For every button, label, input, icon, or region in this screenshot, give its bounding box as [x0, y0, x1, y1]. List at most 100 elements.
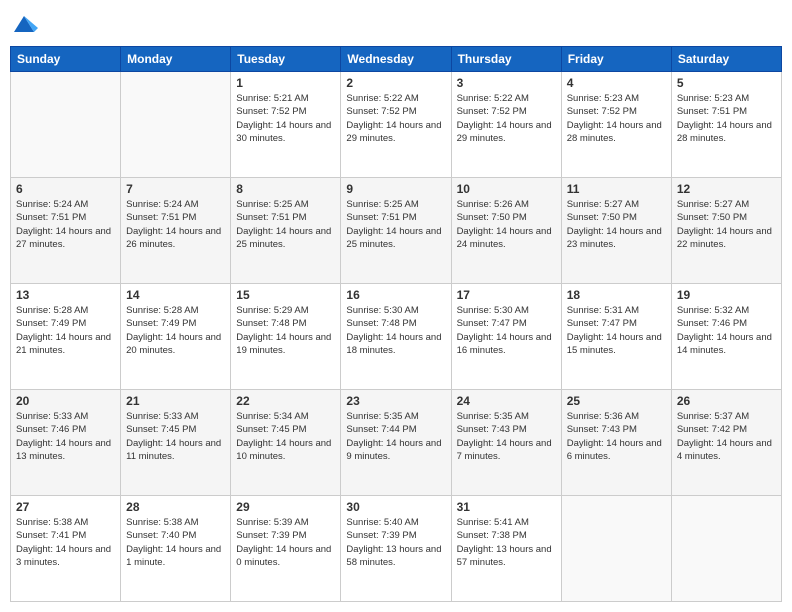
day-number: 1	[236, 76, 335, 90]
day-number: 10	[457, 182, 556, 196]
day-info: Sunrise: 5:29 AM Sunset: 7:48 PM Dayligh…	[236, 304, 335, 357]
day-info: Sunrise: 5:27 AM Sunset: 7:50 PM Dayligh…	[677, 198, 776, 251]
calendar-cell	[11, 72, 121, 178]
day-info: Sunrise: 5:26 AM Sunset: 7:50 PM Dayligh…	[457, 198, 556, 251]
calendar-cell: 19 Sunrise: 5:32 AM Sunset: 7:46 PM Dayli…	[671, 284, 781, 390]
day-info: Sunrise: 5:30 AM Sunset: 7:47 PM Dayligh…	[457, 304, 556, 357]
day-info: Sunrise: 5:23 AM Sunset: 7:51 PM Dayligh…	[677, 92, 776, 145]
day-info: Sunrise: 5:38 AM Sunset: 7:41 PM Dayligh…	[16, 516, 115, 569]
calendar-cell: 12 Sunrise: 5:27 AM Sunset: 7:50 PM Dayli…	[671, 178, 781, 284]
calendar-cell: 2 Sunrise: 5:22 AM Sunset: 7:52 PM Daylig…	[341, 72, 451, 178]
day-info: Sunrise: 5:39 AM Sunset: 7:39 PM Dayligh…	[236, 516, 335, 569]
calendar-cell: 13Sunrise: 5:28 AM Sunset: 7:49 PM Dayli…	[11, 284, 121, 390]
calendar-cell: 22 Sunrise: 5:34 AM Sunset: 7:45 PM Dayli…	[231, 390, 341, 496]
day-number: 16	[346, 288, 445, 302]
calendar-cell	[121, 72, 231, 178]
day-number: 5	[677, 76, 776, 90]
day-number: 19	[677, 288, 776, 302]
day-number: 18	[567, 288, 666, 302]
calendar-week-5: 27 Sunrise: 5:38 AM Sunset: 7:41 PM Dayli…	[11, 496, 782, 602]
day-info: Sunrise: 5:22 AM Sunset: 7:52 PM Dayligh…	[457, 92, 556, 145]
day-number: 28	[126, 500, 225, 514]
day-info: Sunrise: 5:41 AM Sunset: 7:38 PM Dayligh…	[457, 516, 556, 569]
day-info: Sunrise: 5:35 AM Sunset: 7:43 PM Dayligh…	[457, 410, 556, 463]
calendar-cell: 4 Sunrise: 5:23 AM Sunset: 7:52 PM Daylig…	[561, 72, 671, 178]
calendar-cell: 16 Sunrise: 5:30 AM Sunset: 7:48 PM Dayli…	[341, 284, 451, 390]
calendar-cell: 9 Sunrise: 5:25 AM Sunset: 7:51 PM Daylig…	[341, 178, 451, 284]
day-number: 17	[457, 288, 556, 302]
day-info: Sunrise: 5:27 AM Sunset: 7:50 PM Dayligh…	[567, 198, 666, 251]
day-header-wednesday: Wednesday	[341, 47, 451, 72]
day-number: 8	[236, 182, 335, 196]
day-number: 27	[16, 500, 115, 514]
day-number: 9	[346, 182, 445, 196]
day-number: 30	[346, 500, 445, 514]
header	[10, 10, 782, 38]
day-info: Sunrise: 5:25 AM Sunset: 7:51 PM Dayligh…	[346, 198, 445, 251]
day-info: Sunrise: 5:40 AM Sunset: 7:39 PM Dayligh…	[346, 516, 445, 569]
logo-icon	[10, 10, 38, 38]
calendar-week-1: 1 Sunrise: 5:21 AM Sunset: 7:52 PM Daylig…	[11, 72, 782, 178]
day-info: Sunrise: 5:25 AM Sunset: 7:51 PM Dayligh…	[236, 198, 335, 251]
calendar-cell: 14 Sunrise: 5:28 AM Sunset: 7:49 PM Dayli…	[121, 284, 231, 390]
calendar-cell: 18 Sunrise: 5:31 AM Sunset: 7:47 PM Dayli…	[561, 284, 671, 390]
calendar-cell	[671, 496, 781, 602]
day-header-friday: Friday	[561, 47, 671, 72]
day-number: 6	[16, 182, 115, 196]
day-info: Sunrise: 5:23 AM Sunset: 7:52 PM Dayligh…	[567, 92, 666, 145]
day-info: Sunrise: 5:37 AM Sunset: 7:42 PM Dayligh…	[677, 410, 776, 463]
day-number: 4	[567, 76, 666, 90]
day-number: 24	[457, 394, 556, 408]
day-number: 29	[236, 500, 335, 514]
day-info: Sunrise: 5:35 AM Sunset: 7:44 PM Dayligh…	[346, 410, 445, 463]
day-info: Sunrise: 5:33 AM Sunset: 7:46 PM Dayligh…	[16, 410, 115, 463]
day-header-tuesday: Tuesday	[231, 47, 341, 72]
calendar-cell: 20 Sunrise: 5:33 AM Sunset: 7:46 PM Dayli…	[11, 390, 121, 496]
day-number: 25	[567, 394, 666, 408]
calendar-cell: 27 Sunrise: 5:38 AM Sunset: 7:41 PM Dayli…	[11, 496, 121, 602]
calendar-cell: 7Sunrise: 5:24 AM Sunset: 7:51 PM Daylig…	[121, 178, 231, 284]
day-header-thursday: Thursday	[451, 47, 561, 72]
day-number: 12	[677, 182, 776, 196]
calendar-week-2: 6 Sunrise: 5:24 AM Sunset: 7:51 PM Daylig…	[11, 178, 782, 284]
calendar-cell: 15 Sunrise: 5:29 AM Sunset: 7:48 PM Dayli…	[231, 284, 341, 390]
day-info: Sunrise: 5:28 AM Sunset: 7:49 PM Dayligh…	[126, 304, 225, 357]
day-header-monday: Monday	[121, 47, 231, 72]
day-info: Sunrise: 5:21 AM Sunset: 7:52 PM Dayligh…	[236, 92, 335, 145]
day-info: Sunrise: 5:22 AM Sunset: 7:52 PM Dayligh…	[346, 92, 445, 145]
day-info: Sunrise: 5:33 AM Sunset: 7:45 PM Dayligh…	[126, 410, 225, 463]
calendar-table: SundayMondayTuesdayWednesdayThursdayFrid…	[10, 46, 782, 602]
day-number: 2	[346, 76, 445, 90]
calendar-cell	[561, 496, 671, 602]
day-number: 31	[457, 500, 556, 514]
day-number: 11	[567, 182, 666, 196]
calendar-cell: 26Sunrise: 5:37 AM Sunset: 7:42 PM Dayli…	[671, 390, 781, 496]
day-info: Sunrise: 5:32 AM Sunset: 7:46 PM Dayligh…	[677, 304, 776, 357]
calendar-cell: 1 Sunrise: 5:21 AM Sunset: 7:52 PM Daylig…	[231, 72, 341, 178]
day-number: 20	[16, 394, 115, 408]
calendar-header-row: SundayMondayTuesdayWednesdayThursdayFrid…	[11, 47, 782, 72]
day-number: 23	[346, 394, 445, 408]
day-number: 3	[457, 76, 556, 90]
day-number: 15	[236, 288, 335, 302]
day-info: Sunrise: 5:30 AM Sunset: 7:48 PM Dayligh…	[346, 304, 445, 357]
calendar-cell: 6 Sunrise: 5:24 AM Sunset: 7:51 PM Daylig…	[11, 178, 121, 284]
day-info: Sunrise: 5:24 AM Sunset: 7:51 PM Dayligh…	[16, 198, 115, 251]
calendar-cell: 30 Sunrise: 5:40 AM Sunset: 7:39 PM Dayli…	[341, 496, 451, 602]
calendar-cell: 21 Sunrise: 5:33 AM Sunset: 7:45 PM Dayli…	[121, 390, 231, 496]
calendar-cell: 24 Sunrise: 5:35 AM Sunset: 7:43 PM Dayli…	[451, 390, 561, 496]
day-number: 22	[236, 394, 335, 408]
calendar-week-3: 13Sunrise: 5:28 AM Sunset: 7:49 PM Dayli…	[11, 284, 782, 390]
calendar-cell: 29 Sunrise: 5:39 AM Sunset: 7:39 PM Dayli…	[231, 496, 341, 602]
calendar-cell: 31 Sunrise: 5:41 AM Sunset: 7:38 PM Dayli…	[451, 496, 561, 602]
day-number: 21	[126, 394, 225, 408]
day-info: Sunrise: 5:34 AM Sunset: 7:45 PM Dayligh…	[236, 410, 335, 463]
calendar-cell: 3 Sunrise: 5:22 AM Sunset: 7:52 PM Daylig…	[451, 72, 561, 178]
calendar-cell: 8 Sunrise: 5:25 AM Sunset: 7:51 PM Daylig…	[231, 178, 341, 284]
day-number: 14	[126, 288, 225, 302]
day-info: Sunrise: 5:31 AM Sunset: 7:47 PM Dayligh…	[567, 304, 666, 357]
day-header-saturday: Saturday	[671, 47, 781, 72]
day-info: Sunrise: 5:38 AM Sunset: 7:40 PM Dayligh…	[126, 516, 225, 569]
day-number: 7	[126, 182, 225, 196]
day-info: Sunrise: 5:28 AM Sunset: 7:49 PM Dayligh…	[16, 304, 115, 357]
